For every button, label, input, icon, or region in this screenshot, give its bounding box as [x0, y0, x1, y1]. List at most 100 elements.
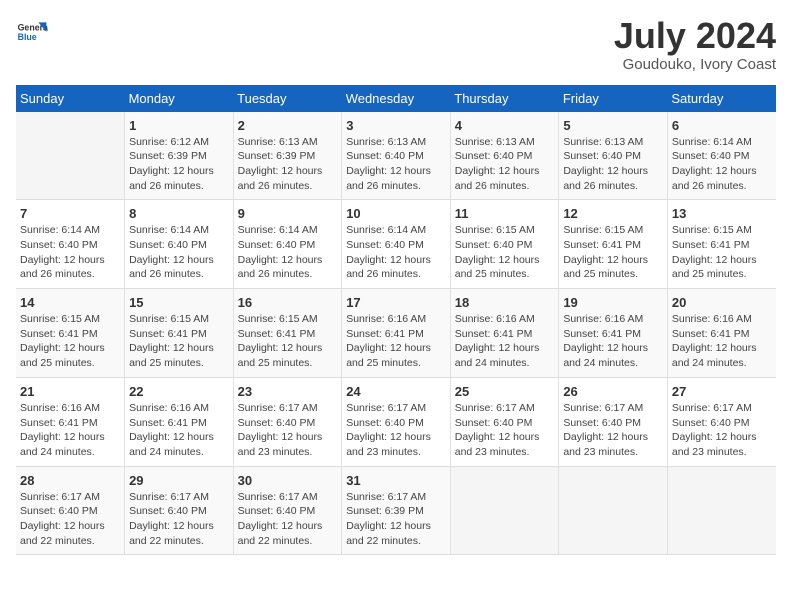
day-number: 17	[346, 295, 446, 310]
day-number: 21	[20, 384, 120, 399]
calendar-header-row: SundayMondayTuesdayWednesdayThursdayFrid…	[16, 85, 776, 112]
day-number: 24	[346, 384, 446, 399]
calendar-cell: 30 Sunrise: 6:17 AMSunset: 6:40 PMDayligh…	[233, 466, 342, 555]
calendar-cell: 6 Sunrise: 6:14 AMSunset: 6:40 PMDaylight…	[667, 112, 776, 200]
day-info: Sunrise: 6:15 AMSunset: 6:41 PMDaylight:…	[238, 312, 338, 371]
day-number: 26	[563, 384, 663, 399]
day-number: 8	[129, 206, 229, 221]
day-number: 29	[129, 473, 229, 488]
day-info: Sunrise: 6:15 AMSunset: 6:41 PMDaylight:…	[20, 312, 120, 371]
day-number: 13	[672, 206, 772, 221]
calendar-cell: 8 Sunrise: 6:14 AMSunset: 6:40 PMDaylight…	[125, 200, 234, 289]
day-info: Sunrise: 6:17 AMSunset: 6:40 PMDaylight:…	[672, 401, 772, 460]
calendar-cell: 7 Sunrise: 6:14 AMSunset: 6:40 PMDaylight…	[16, 200, 125, 289]
day-number: 18	[455, 295, 555, 310]
day-info: Sunrise: 6:16 AMSunset: 6:41 PMDaylight:…	[20, 401, 120, 460]
day-info: Sunrise: 6:13 AMSunset: 6:40 PMDaylight:…	[346, 135, 446, 194]
calendar-cell: 14 Sunrise: 6:15 AMSunset: 6:41 PMDayligh…	[16, 289, 125, 378]
day-info: Sunrise: 6:16 AMSunset: 6:41 PMDaylight:…	[455, 312, 555, 371]
calendar-cell: 21 Sunrise: 6:16 AMSunset: 6:41 PMDayligh…	[16, 377, 125, 466]
day-info: Sunrise: 6:15 AMSunset: 6:41 PMDaylight:…	[129, 312, 229, 371]
calendar-cell: 4 Sunrise: 6:13 AMSunset: 6:40 PMDaylight…	[450, 112, 559, 200]
day-number: 11	[455, 206, 555, 221]
calendar-cell: 13 Sunrise: 6:15 AMSunset: 6:41 PMDayligh…	[667, 200, 776, 289]
day-info: Sunrise: 6:16 AMSunset: 6:41 PMDaylight:…	[563, 312, 663, 371]
month-year: July 2024	[614, 16, 776, 56]
weekday-header-thursday: Thursday	[450, 85, 559, 112]
calendar-cell: 10 Sunrise: 6:14 AMSunset: 6:40 PMDayligh…	[342, 200, 451, 289]
day-info: Sunrise: 6:17 AMSunset: 6:40 PMDaylight:…	[238, 401, 338, 460]
day-number: 3	[346, 118, 446, 133]
day-info: Sunrise: 6:15 AMSunset: 6:41 PMDaylight:…	[672, 223, 772, 282]
day-info: Sunrise: 6:17 AMSunset: 6:40 PMDaylight:…	[20, 490, 120, 549]
calendar-cell: 2Sunrise: 6:13 AMSunset: 6:39 PMDaylight…	[233, 112, 342, 200]
logo-icon: General Blue	[16, 16, 48, 48]
calendar-cell: 29 Sunrise: 6:17 AMSunset: 6:40 PMDayligh…	[125, 466, 234, 555]
day-info: Sunrise: 6:14 AMSunset: 6:40 PMDaylight:…	[238, 223, 338, 282]
calendar-week-row: 7 Sunrise: 6:14 AMSunset: 6:40 PMDaylight…	[16, 200, 776, 289]
day-number: 31	[346, 473, 446, 488]
day-info: Sunrise: 6:17 AMSunset: 6:40 PMDaylight:…	[238, 490, 338, 549]
day-number: 7	[20, 206, 120, 221]
calendar-table: SundayMondayTuesdayWednesdayThursdayFrid…	[16, 85, 776, 556]
day-number: 23	[238, 384, 338, 399]
calendar-cell	[559, 466, 668, 555]
calendar-cell: 24 Sunrise: 6:17 AMSunset: 6:40 PMDayligh…	[342, 377, 451, 466]
day-number: 30	[238, 473, 338, 488]
calendar-cell	[667, 466, 776, 555]
weekday-header-friday: Friday	[559, 85, 668, 112]
day-info: Sunrise: 6:13 AMSunset: 6:40 PMDaylight:…	[563, 135, 663, 194]
day-number: 25	[455, 384, 555, 399]
calendar-cell: 17 Sunrise: 6:16 AMSunset: 6:41 PMDayligh…	[342, 289, 451, 378]
calendar-cell: 3 Sunrise: 6:13 AMSunset: 6:40 PMDaylight…	[342, 112, 451, 200]
day-number: 22	[129, 384, 229, 399]
day-info: Sunrise: 6:14 AMSunset: 6:40 PMDaylight:…	[129, 223, 229, 282]
day-number: 10	[346, 206, 446, 221]
calendar-week-row: 21 Sunrise: 6:16 AMSunset: 6:41 PMDayligh…	[16, 377, 776, 466]
weekday-header-saturday: Saturday	[667, 85, 776, 112]
calendar-cell: 16 Sunrise: 6:15 AMSunset: 6:41 PMDayligh…	[233, 289, 342, 378]
day-number: 19	[563, 295, 663, 310]
title-area: July 2024 Goudouko, Ivory Coast	[614, 16, 776, 73]
day-number: 15	[129, 295, 229, 310]
day-number: 6	[672, 118, 772, 133]
day-number: 1	[129, 118, 229, 133]
day-info: Sunrise: 6:16 AMSunset: 6:41 PMDaylight:…	[346, 312, 446, 371]
calendar-cell	[450, 466, 559, 555]
calendar-cell: 20Sunrise: 6:16 AMSunset: 6:41 PMDayligh…	[667, 289, 776, 378]
day-number: 14	[20, 295, 120, 310]
svg-text:Blue: Blue	[18, 32, 37, 42]
day-number: 16	[238, 295, 338, 310]
calendar-cell: 27 Sunrise: 6:17 AMSunset: 6:40 PMDayligh…	[667, 377, 776, 466]
day-info: Sunrise: 6:16 AMSunset: 6:41 PMDaylight:…	[672, 312, 772, 371]
day-info: Sunrise: 6:15 AMSunset: 6:41 PMDaylight:…	[563, 223, 663, 282]
calendar-cell: 5Sunrise: 6:13 AMSunset: 6:40 PMDaylight…	[559, 112, 668, 200]
calendar-cell	[16, 112, 125, 200]
calendar-cell: 31 Sunrise: 6:17 AMSunset: 6:39 PMDayligh…	[342, 466, 451, 555]
calendar-week-row: 1 Sunrise: 6:12 AMSunset: 6:39 PMDaylight…	[16, 112, 776, 200]
calendar-week-row: 14 Sunrise: 6:15 AMSunset: 6:41 PMDayligh…	[16, 289, 776, 378]
day-info: Sunrise: 6:12 AMSunset: 6:39 PMDaylight:…	[129, 135, 229, 194]
day-info: Sunrise: 6:14 AMSunset: 6:40 PMDaylight:…	[20, 223, 120, 282]
day-info: Sunrise: 6:17 AMSunset: 6:39 PMDaylight:…	[346, 490, 446, 549]
day-info: Sunrise: 6:17 AMSunset: 6:40 PMDaylight:…	[455, 401, 555, 460]
day-number: 12	[563, 206, 663, 221]
location: Goudouko, Ivory Coast	[614, 56, 776, 73]
weekday-header-monday: Monday	[125, 85, 234, 112]
day-number: 4	[455, 118, 555, 133]
day-info: Sunrise: 6:17 AMSunset: 6:40 PMDaylight:…	[129, 490, 229, 549]
calendar-cell: 22Sunrise: 6:16 AMSunset: 6:41 PMDayligh…	[125, 377, 234, 466]
logo: General Blue	[16, 16, 48, 48]
weekday-header-sunday: Sunday	[16, 85, 125, 112]
day-number: 27	[672, 384, 772, 399]
calendar-week-row: 28Sunrise: 6:17 AMSunset: 6:40 PMDayligh…	[16, 466, 776, 555]
day-info: Sunrise: 6:17 AMSunset: 6:40 PMDaylight:…	[346, 401, 446, 460]
day-info: Sunrise: 6:17 AMSunset: 6:40 PMDaylight:…	[563, 401, 663, 460]
calendar-cell: 9 Sunrise: 6:14 AMSunset: 6:40 PMDaylight…	[233, 200, 342, 289]
day-info: Sunrise: 6:14 AMSunset: 6:40 PMDaylight:…	[346, 223, 446, 282]
day-info: Sunrise: 6:14 AMSunset: 6:40 PMDaylight:…	[672, 135, 772, 194]
day-info: Sunrise: 6:13 AMSunset: 6:40 PMDaylight:…	[455, 135, 555, 194]
day-number: 9	[238, 206, 338, 221]
calendar-cell: 1 Sunrise: 6:12 AMSunset: 6:39 PMDaylight…	[125, 112, 234, 200]
calendar-cell: 23 Sunrise: 6:17 AMSunset: 6:40 PMDayligh…	[233, 377, 342, 466]
